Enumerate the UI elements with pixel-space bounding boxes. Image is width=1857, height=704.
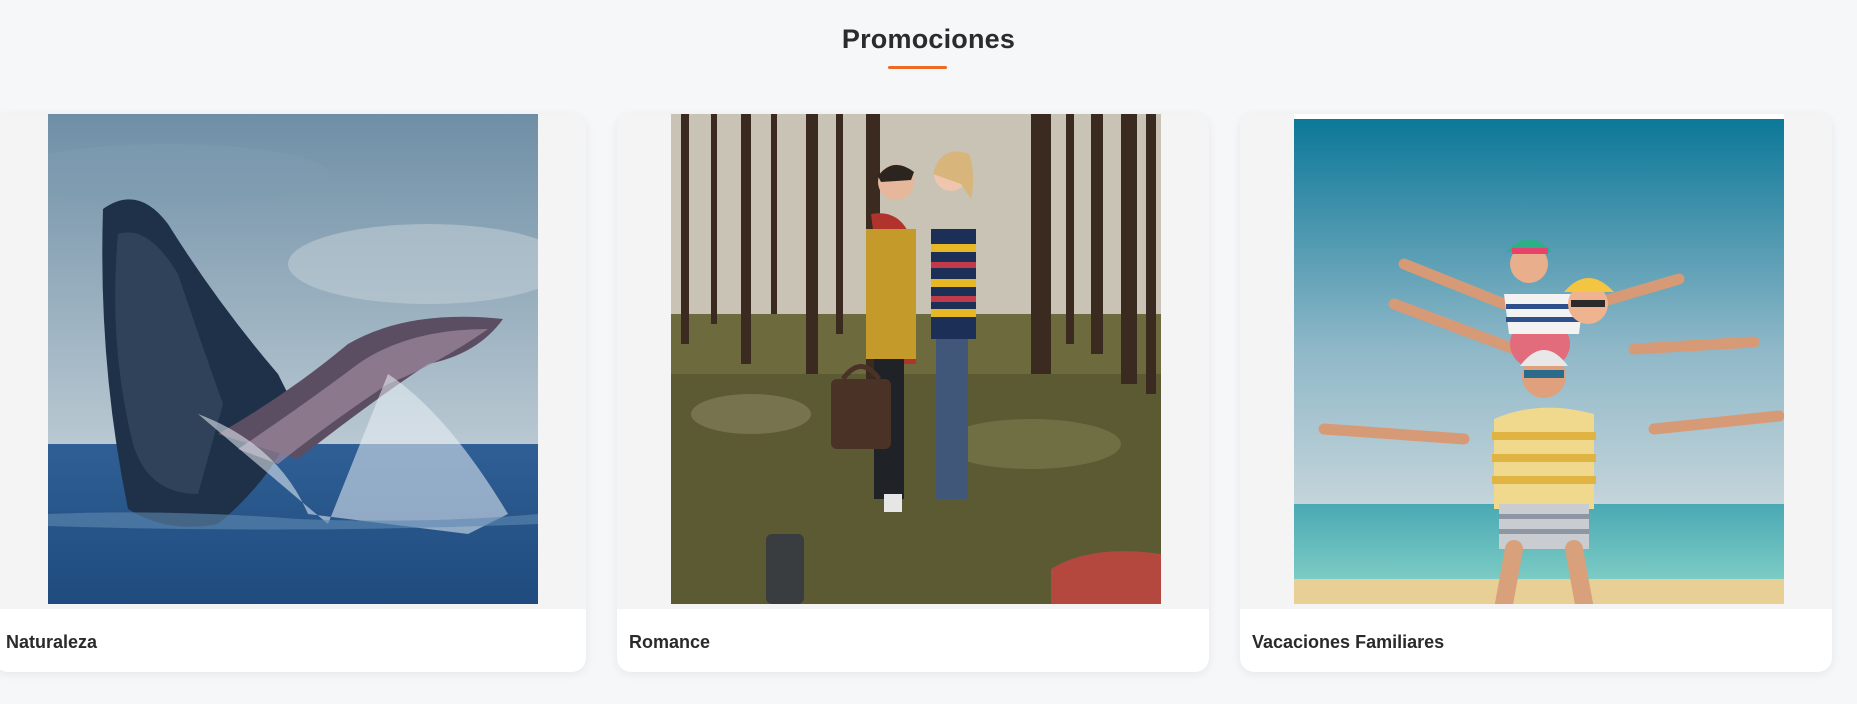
couple-in-forest-photo: [671, 114, 1161, 604]
card-title[interactable]: Naturaleza: [6, 632, 97, 653]
card-image-container: [0, 114, 586, 609]
section-title: Promociones: [841, 24, 1016, 54]
family-beach-photo: [1294, 114, 1784, 604]
section-header: Promociones: [0, 0, 1857, 80]
card-title[interactable]: Vacaciones Familiares: [1252, 632, 1444, 653]
card-title[interactable]: Romance: [629, 632, 710, 653]
promo-card-vacaciones-familiares[interactable]: Vacaciones Familiares: [1240, 114, 1832, 672]
promo-card-naturaleza[interactable]: Naturaleza: [0, 114, 586, 672]
whale-breaching-photo: [48, 114, 538, 604]
card-image-container: [1240, 114, 1832, 609]
title-underline: [888, 66, 947, 69]
promo-card-romance[interactable]: Romance: [617, 114, 1209, 672]
card-image-container: [617, 114, 1209, 609]
